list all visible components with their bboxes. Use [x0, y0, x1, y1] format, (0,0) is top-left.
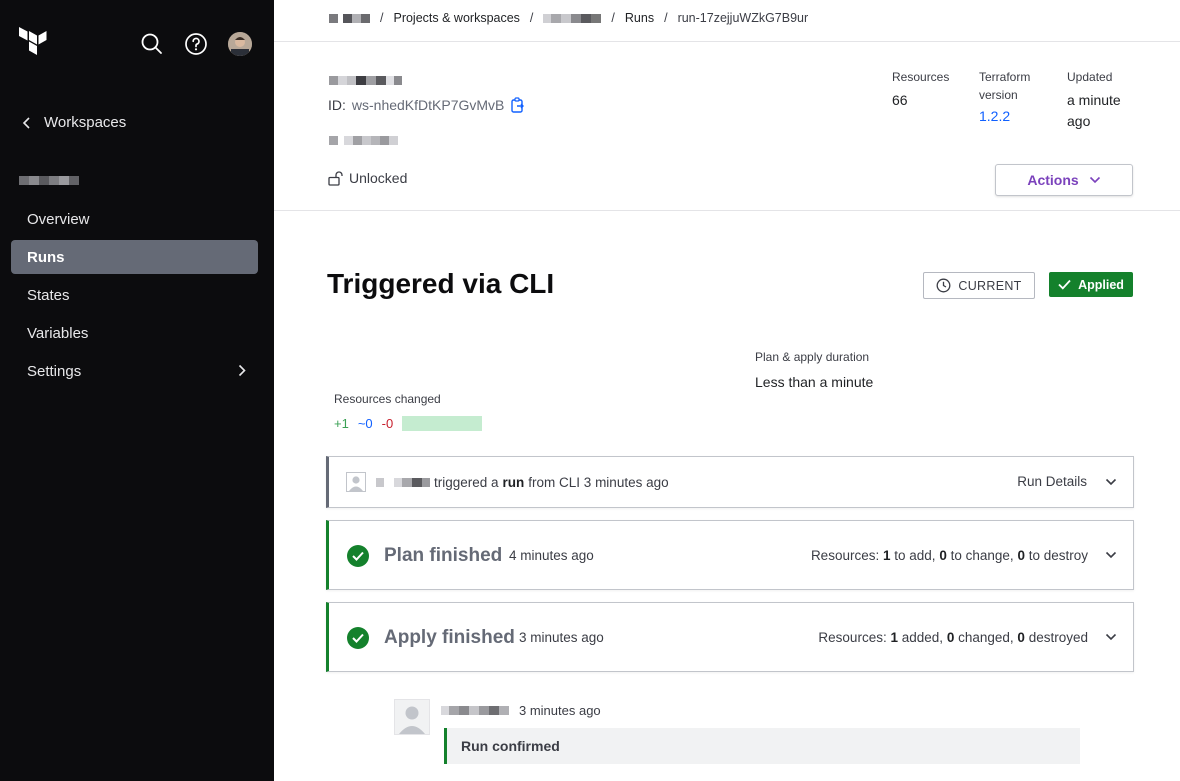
back-link-label: Workspaces	[44, 114, 127, 131]
plan-stage-card[interactable]: Plan finished 4 minutes ago Resources: 1…	[326, 520, 1134, 590]
chevron-down-icon[interactable]	[1105, 633, 1117, 641]
lock-status[interactable]: Unlocked	[328, 170, 407, 186]
search-icon[interactable]	[140, 32, 164, 56]
sidebar-item-runs[interactable]: Runs	[11, 240, 258, 274]
check-circle-icon	[347, 627, 369, 649]
current-badge: CURRENT	[923, 272, 1035, 299]
confirmation-meta: 3 minutes ago	[441, 703, 601, 718]
apply-resources: Resources: 1 added, 0 changed, 0 destroy…	[818, 630, 1088, 645]
workspace-header: ID: ws-nhedKfDtKP7GvMvB Unlocked Resourc…	[274, 42, 1180, 211]
sidebar-item-label: Overview	[27, 210, 90, 228]
resources-count: Resources 66	[892, 70, 950, 108]
resources-changed: +1 ~0 -0	[334, 416, 483, 431]
actions-button[interactable]: Actions	[995, 164, 1133, 196]
workspace-crumb-redacted[interactable]	[543, 13, 602, 23]
chevron-left-icon	[22, 116, 30, 129]
resources-added: +1	[334, 416, 349, 431]
avatar	[394, 699, 430, 735]
sidebar-item-label: States	[27, 286, 70, 304]
copy-icon[interactable]	[510, 97, 526, 113]
sidebar-item-variables[interactable]: Variables	[11, 316, 258, 350]
breadcrumb-projects[interactable]: Projects & workspaces	[393, 11, 519, 25]
user-name-redacted	[376, 477, 430, 487]
org-name-redacted[interactable]	[329, 13, 370, 23]
check-icon	[1058, 279, 1071, 290]
chevron-down-icon[interactable]	[1105, 551, 1117, 559]
sidebar-item-label: Variables	[27, 324, 89, 342]
sidebar-item-label: Runs	[27, 248, 65, 266]
sidebar-item-overview[interactable]: Overview	[11, 202, 258, 236]
unlock-icon	[328, 170, 343, 186]
workspace-description-redacted	[329, 136, 398, 145]
chevron-down-icon	[1105, 478, 1117, 485]
terraform-version: Terraform version 1.2.2	[979, 68, 1030, 127]
updated-time: Updated a minute ago	[1067, 70, 1121, 129]
user-avatar[interactable]	[228, 32, 252, 56]
duration-value: Less than a minute	[755, 374, 874, 390]
run-confirmed-message: Run confirmed	[444, 728, 1080, 764]
sidebar: Workspaces Overview Runs States Variable…	[0, 0, 274, 781]
avatar	[346, 472, 366, 492]
run-details-toggle[interactable]: Run Details	[1017, 474, 1117, 489]
apply-stage-card[interactable]: Apply finished 3 minutes ago Resources: …	[326, 602, 1134, 672]
resources-destroyed: -0	[381, 416, 394, 431]
plan-title: Plan finished	[384, 545, 503, 566]
run-title: Triggered via CLI	[327, 268, 555, 299]
resources-changed-count: ~0	[357, 416, 373, 431]
duration-label: Plan & apply duration	[755, 350, 870, 364]
sidebar-item-settings[interactable]: Settings	[11, 354, 258, 388]
status-badge: Applied	[1049, 272, 1133, 297]
lock-status-label: Unlocked	[349, 170, 408, 186]
run-trigger-card[interactable]: triggered a run from CLI 3 minutes ago R…	[326, 456, 1134, 508]
chevron-right-icon	[238, 364, 246, 377]
apply-time: 3 minutes ago	[519, 630, 604, 645]
workspace-id: ID: ws-nhedKfDtKP7GvMvB	[328, 97, 526, 113]
breadcrumb-run-id: run-17zejjuWZkG7B9ur	[677, 11, 809, 25]
apply-title: Apply finished	[384, 627, 515, 648]
breadcrumb-runs[interactable]: Runs	[625, 11, 654, 25]
plan-resources: Resources: 1 to add, 0 to change, 0 to d…	[810, 548, 1088, 563]
check-circle-icon	[347, 545, 369, 567]
sidebar-item-label: Settings	[27, 362, 82, 380]
resources-change-bar	[402, 416, 483, 431]
terraform-logo[interactable]	[18, 27, 52, 61]
terraform-version-link[interactable]: 1.2.2	[979, 106, 1030, 127]
breadcrumb: / Projects & workspaces / / Runs / run-1…	[329, 11, 808, 25]
clock-icon	[936, 278, 951, 293]
trigger-info: triggered a run from CLI 3 minutes ago	[346, 472, 669, 492]
back-to-workspaces-link[interactable]: Workspaces	[22, 114, 126, 131]
plan-time: 4 minutes ago	[509, 548, 594, 563]
workspace-name-redacted	[19, 176, 79, 186]
resources-changed-label: Resources changed	[334, 392, 441, 406]
workspace-title-redacted	[329, 76, 402, 85]
chevron-down-icon	[1089, 176, 1100, 184]
top-bar: / Projects & workspaces / / Runs / run-1…	[274, 0, 1180, 42]
help-icon[interactable]	[184, 32, 208, 56]
user-name-redacted	[441, 706, 509, 715]
workspace-id-value: ws-nhedKfDtKP7GvMvB	[351, 97, 505, 113]
sidebar-item-states[interactable]: States	[11, 278, 258, 312]
confirmation-time: 3 minutes ago	[519, 703, 601, 718]
